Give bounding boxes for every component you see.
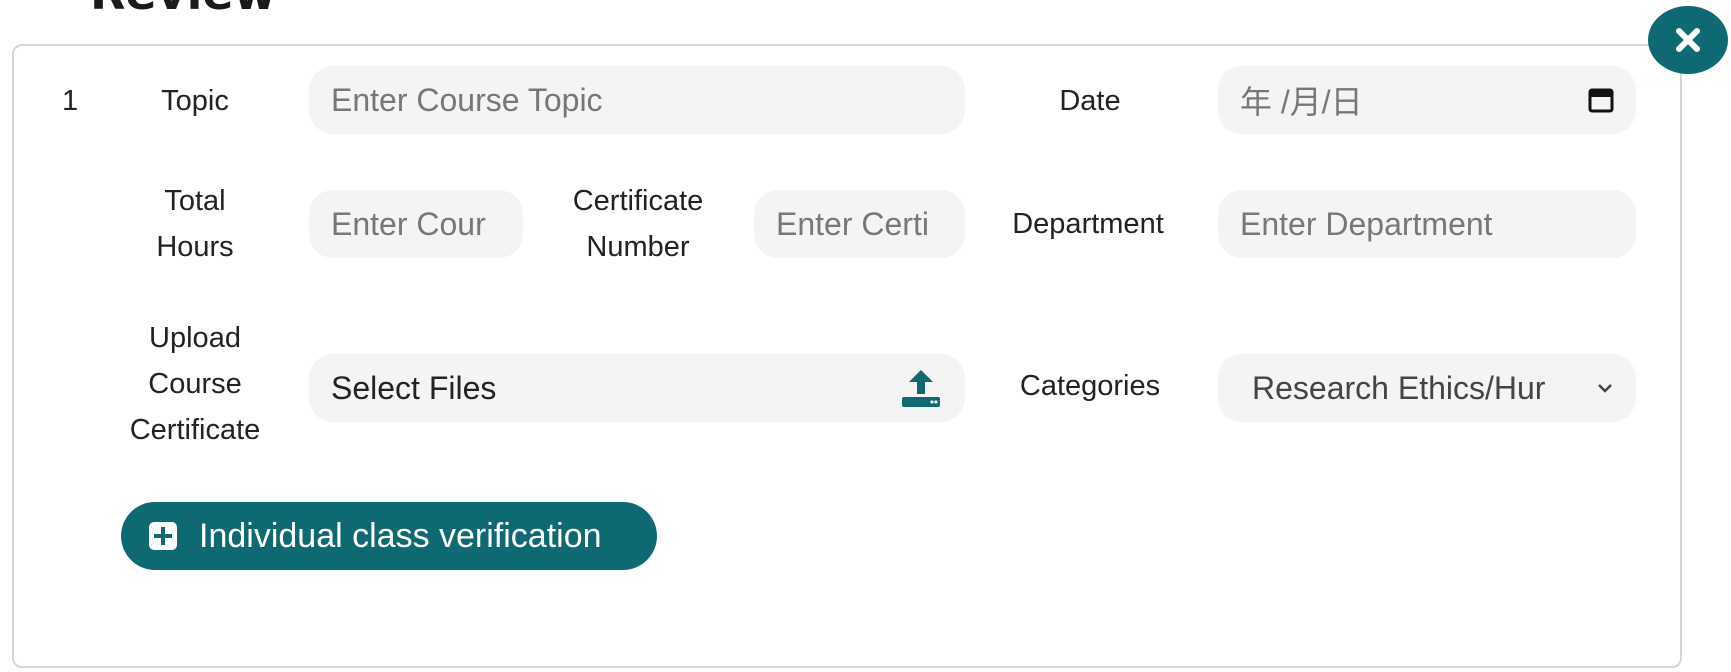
upload-certificate-label: Upload Course Certificate [129,322,261,446]
department-label: Department [1012,208,1164,240]
chevron-down-icon [1598,384,1612,393]
close-icon [1676,28,1700,52]
topic-input[interactable] [309,66,965,134]
individual-class-verification-label: Individual class verification [199,516,602,555]
calendar-icon[interactable] [1588,87,1614,113]
select-files-label: Select Files [331,369,497,406]
upload-icon [902,370,940,407]
categories-selected-value: Research Ethics/Hur [1252,369,1546,406]
date-value: 年 /月/日 [1240,84,1363,120]
total-hours-label: Total Hours [156,185,234,263]
select-files-button[interactable]: Select Files [309,354,965,422]
categories-label: Categories [1019,370,1161,402]
page: Review 1 Topic Date 年 /月/日 Total Hours C… [0,0,1731,672]
individual-class-verification-button[interactable]: Individual class verification [121,502,657,570]
section-title: Review [90,0,276,16]
categories-select[interactable]: Research Ethics/Hur [1218,354,1636,422]
plus-square-icon [149,522,177,550]
date-input[interactable]: 年 /月/日 [1218,66,1636,134]
close-button[interactable] [1648,6,1728,74]
date-label: Date [1059,85,1121,117]
certificate-number-input[interactable] [754,190,965,258]
total-hours-input[interactable] [309,190,523,258]
row-index: 1 [62,85,79,117]
department-input[interactable] [1218,190,1636,258]
certificate-number-label: Certificate Number [572,185,704,263]
topic-label: Topic [161,85,229,117]
